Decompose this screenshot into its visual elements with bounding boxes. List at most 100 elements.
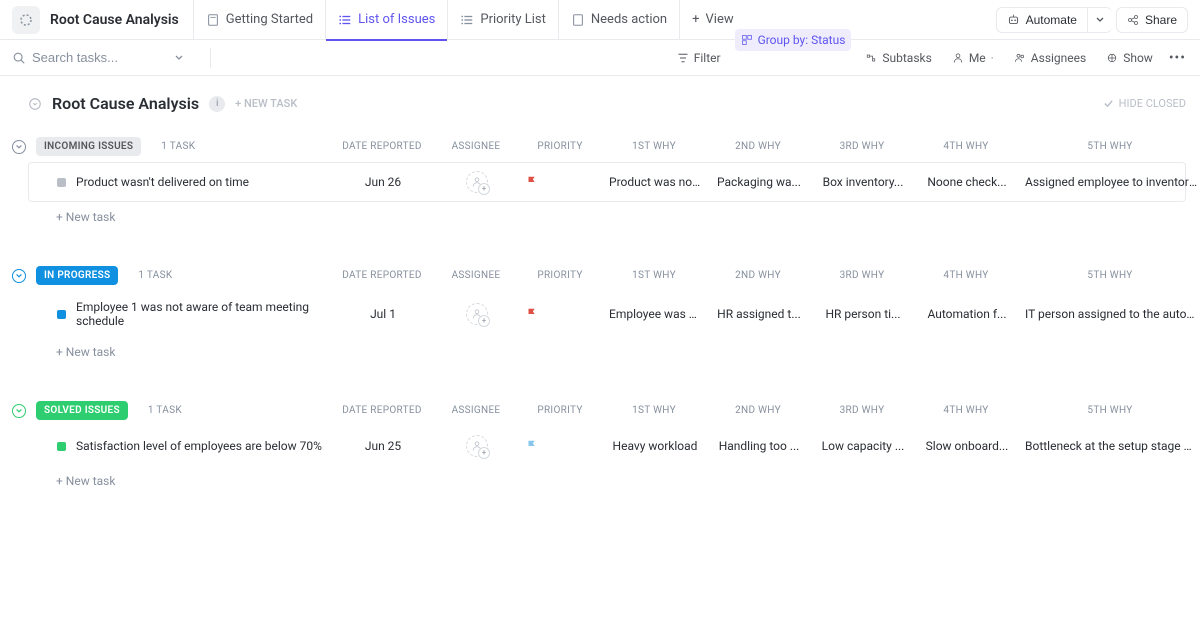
cell-why3[interactable]: HR person ti...	[813, 299, 913, 329]
collapse-toggle[interactable]	[12, 140, 26, 154]
status-pill[interactable]: INCOMING ISSUES	[36, 137, 141, 156]
page-icon[interactable]	[12, 6, 40, 34]
tab-needs-action[interactable]: Needs action	[558, 0, 679, 40]
col-date-reported[interactable]: DATE REPORTED	[332, 135, 432, 158]
status-square[interactable]	[57, 310, 66, 319]
group-header: SOLVED ISSUES 1 TASK DATE REPORTEDASSIGNEE…	[28, 395, 1186, 426]
automate-dropdown[interactable]	[1087, 7, 1112, 33]
cell-priority[interactable]	[521, 167, 601, 197]
col-why4[interactable]: 4TH WHY	[916, 135, 1016, 158]
status-pill[interactable]: SOLVED ISSUES	[36, 401, 128, 420]
task-count: 1 TASK	[161, 141, 195, 152]
task-row[interactable]: Product wasn't delivered on time Jun 26 Pr…	[28, 162, 1186, 202]
cell-assignee[interactable]	[437, 163, 517, 201]
col-why2[interactable]: 2ND WHY	[708, 135, 808, 158]
cell-why5[interactable]: IT person assigned to the automatio...	[1021, 299, 1200, 329]
show-button[interactable]: Show	[1100, 47, 1159, 69]
task-count: 1 TASK	[148, 405, 182, 416]
col-why5[interactable]: 5TH WHY	[1020, 264, 1200, 287]
col-why5[interactable]: 5TH WHY	[1020, 399, 1200, 422]
col-why4[interactable]: 4TH WHY	[916, 264, 1016, 287]
cell-why5[interactable]: Bottleneck at the setup stage of onb...	[1021, 431, 1200, 461]
tab-priority-list[interactable]: Priority List	[447, 0, 558, 40]
doc-icon	[206, 13, 220, 27]
task-name: Product wasn't delivered on time	[76, 175, 249, 189]
cell-date[interactable]: Jun 25	[333, 431, 433, 461]
status-square[interactable]	[57, 442, 66, 451]
new-task-ghost[interactable]: + NEW TASK	[235, 97, 297, 110]
collapse-toggle[interactable]	[12, 269, 26, 283]
dot-separator: ·	[991, 51, 994, 65]
check-icon	[1103, 98, 1114, 109]
col-why2[interactable]: 2ND WHY	[708, 399, 808, 422]
cell-priority[interactable]	[521, 431, 601, 461]
col-priority[interactable]: PRIORITY	[520, 399, 600, 422]
status-square[interactable]	[57, 178, 66, 187]
group-incoming: INCOMING ISSUES 1 TASK DATE REPORTEDASSIGN…	[28, 131, 1186, 224]
chevron-down-icon[interactable]	[174, 53, 184, 63]
cell-why1[interactable]: Heavy workload	[605, 431, 705, 461]
add-task-button[interactable]: + New task	[28, 202, 1186, 224]
col-why3[interactable]: 3RD WHY	[812, 264, 912, 287]
col-why2[interactable]: 2ND WHY	[708, 264, 808, 287]
hide-closed-button[interactable]: HIDE CLOSED	[1103, 97, 1186, 110]
col-why5[interactable]: 5TH WHY	[1020, 135, 1200, 158]
col-why3[interactable]: 3RD WHY	[812, 135, 912, 158]
add-view-label: View	[706, 12, 734, 27]
add-task-button[interactable]: + New task	[28, 466, 1186, 488]
cell-why2[interactable]: HR assigned t...	[709, 299, 809, 329]
more-button[interactable]: •••	[1167, 46, 1188, 70]
cell-why1[interactable]: Product was not re...	[605, 167, 705, 197]
cell-why5[interactable]: Assigned employee to inventory che...	[1021, 167, 1200, 197]
group-header: IN PROGRESS1 TASKDATE REPORTEDASSIGNEEPR…	[28, 260, 1186, 291]
group-solved: SOLVED ISSUES 1 TASK DATE REPORTEDASSIGNEE…	[28, 395, 1186, 488]
cell-why4[interactable]: Automation f...	[917, 299, 1017, 329]
cell-assignee[interactable]	[437, 295, 517, 333]
col-priority[interactable]: PRIORITY	[520, 135, 600, 158]
automate-label: Automate	[1026, 13, 1077, 27]
cell-why1[interactable]: Employee was not ...	[605, 299, 705, 329]
share-button[interactable]: Share	[1116, 7, 1188, 33]
collapse-toggle[interactable]	[12, 404, 26, 418]
col-date-reported[interactable]: DATE REPORTED	[332, 264, 432, 287]
cell-why2[interactable]: Handling too ...	[709, 431, 809, 461]
col-assignee[interactable]: ASSIGNEE	[436, 399, 516, 422]
col-why1[interactable]: 1ST WHY	[604, 135, 704, 158]
task-row[interactable]: Satisfaction level of employees are belo…	[28, 426, 1186, 466]
filter-icon	[677, 52, 689, 64]
col-assignee[interactable]: ASSIGNEE	[436, 264, 516, 287]
subtasks-label: Subtasks	[882, 51, 931, 65]
add-view-button[interactable]: + View	[679, 0, 746, 40]
assignees-button[interactable]: Assignees	[1008, 47, 1092, 69]
group-by-button[interactable]: Group by: Status	[735, 29, 852, 51]
me-button[interactable]: Me ·	[946, 47, 1000, 69]
col-why1[interactable]: 1ST WHY	[604, 399, 704, 422]
subtasks-button[interactable]: Subtasks	[859, 47, 937, 69]
task-row[interactable]: Employee 1 was not aware of team meeting…	[28, 291, 1186, 337]
cell-date[interactable]: Jul 1	[333, 299, 433, 329]
cell-why2[interactable]: Packaging wa...	[709, 167, 809, 197]
col-priority[interactable]: PRIORITY	[520, 264, 600, 287]
automate-button[interactable]: Automate	[996, 7, 1087, 33]
col-assignee[interactable]: ASSIGNEE	[436, 135, 516, 158]
tab-list-of-issues[interactable]: List of Issues	[325, 0, 447, 40]
filter-button[interactable]: Filter	[671, 47, 727, 69]
cell-why4[interactable]: Slow onboard...	[917, 431, 1017, 461]
col-why3[interactable]: 3RD WHY	[812, 399, 912, 422]
col-date-reported[interactable]: DATE REPORTED	[332, 399, 432, 422]
cell-date[interactable]: Jun 26	[333, 167, 433, 197]
status-pill[interactable]: IN PROGRESS	[36, 266, 118, 285]
search-input[interactable]	[32, 50, 172, 65]
col-why1[interactable]: 1ST WHY	[604, 264, 704, 287]
col-why4[interactable]: 4TH WHY	[916, 399, 1016, 422]
cell-assignee[interactable]	[437, 427, 517, 465]
tab-bar: Getting Started List of Issues Priority …	[193, 0, 746, 40]
tab-getting-started[interactable]: Getting Started	[193, 0, 325, 40]
cell-priority[interactable]	[521, 299, 601, 329]
chevron-down-icon[interactable]	[28, 97, 42, 111]
cell-why3[interactable]: Box inventory...	[813, 167, 913, 197]
add-task-button[interactable]: + New task	[28, 337, 1186, 359]
cell-why3[interactable]: Low capacity ...	[813, 431, 913, 461]
cell-why4[interactable]: Noone check...	[917, 167, 1017, 197]
info-icon[interactable]: i	[209, 96, 225, 112]
